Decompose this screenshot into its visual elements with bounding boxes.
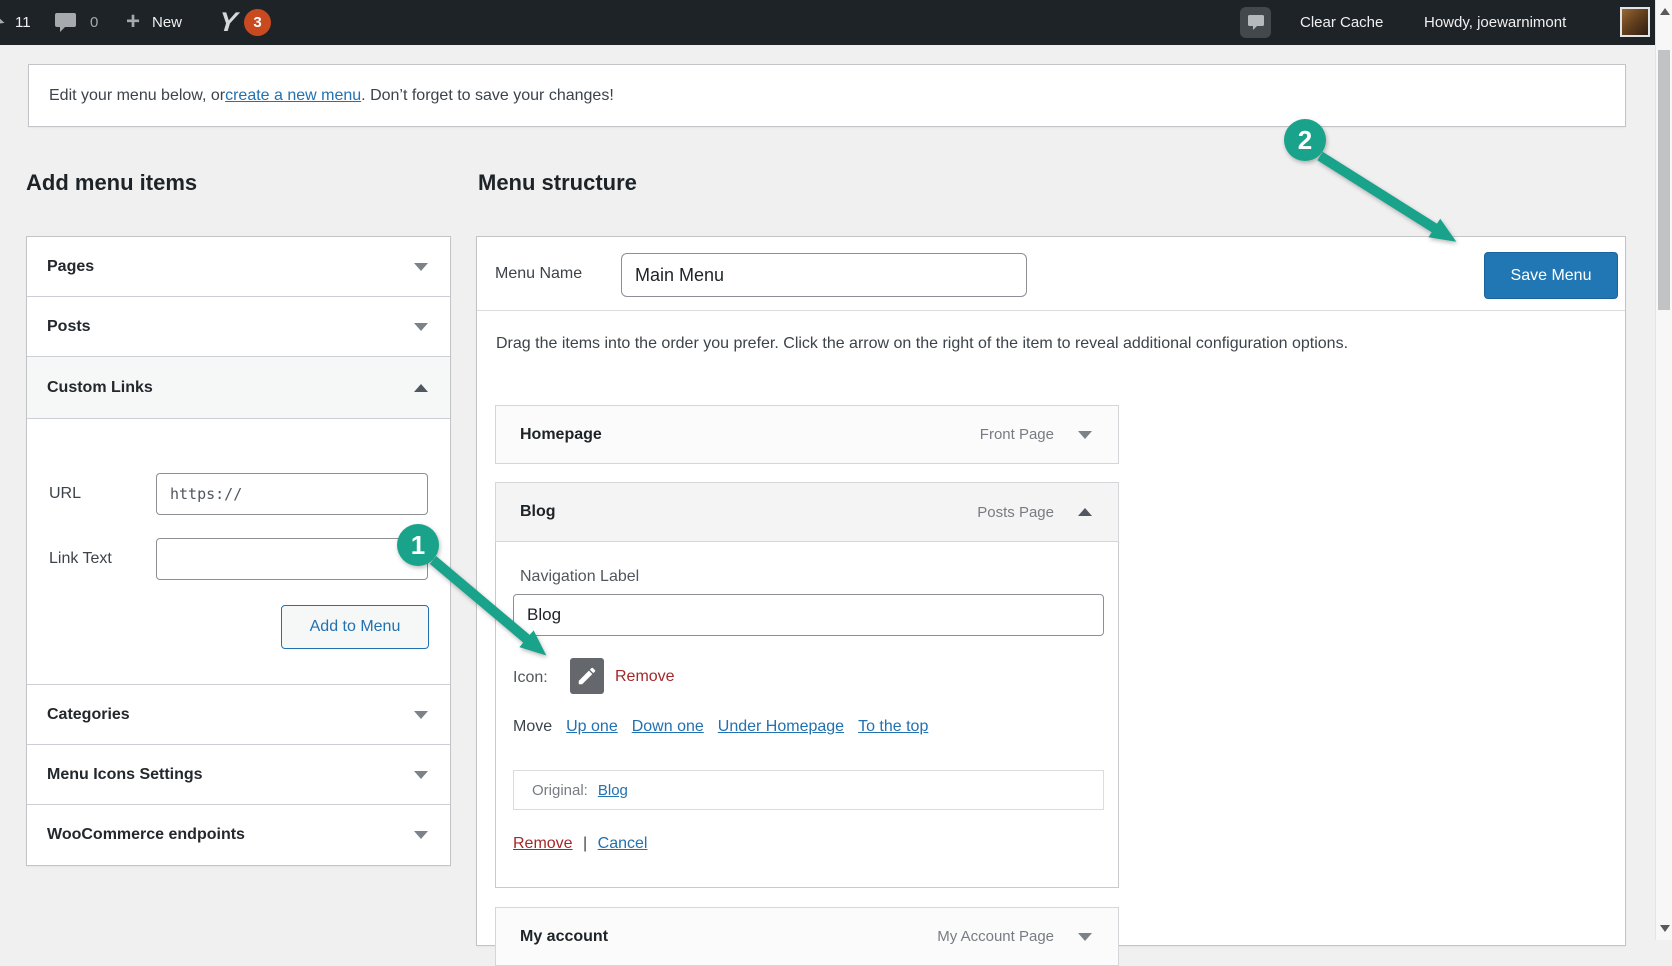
accordion-posts[interactable]: Posts [27,297,450,357]
accordion-pages[interactable]: Pages [27,237,450,297]
url-input[interactable] [156,473,428,515]
accordion-custom-links[interactable]: Custom Links [27,357,450,419]
menu-item-my-account[interactable]: My account My Account Page [495,907,1119,966]
menu-item-type: My Account Page [937,928,1054,945]
menu-item-blog[interactable]: Blog Posts Page [495,482,1119,542]
drag-instructions: Drag the items into the order you prefer… [496,335,1348,353]
updates-icon: ➤ [0,10,8,31]
chevron-up-icon [414,384,428,392]
chevron-down-icon [414,831,428,839]
blog-item-settings: Navigation Label Icon: Remove Move Up on… [495,542,1119,888]
icon-label: Icon: [513,669,548,687]
menu-item-label: My account [520,928,608,946]
yoast-notification-badge[interactable]: 3 [244,9,271,36]
scroll-down-icon[interactable] [1660,925,1670,932]
notice-text-before: Edit your menu below, or [49,87,225,105]
plus-icon: + [126,0,140,45]
accordion-label: Pages [47,258,94,276]
chevron-down-icon[interactable] [1078,933,1092,941]
accordion-label: Menu Icons Settings [47,766,203,784]
notice-text-after: . Don’t forget to save your changes! [361,87,614,105]
navigation-label-input[interactable] [513,594,1104,636]
link-separator: | [583,835,587,852]
add-menu-items-title: Add menu items [26,170,197,196]
menu-name-input[interactable] [621,253,1027,297]
accordion-label: Posts [47,318,91,336]
avatar[interactable] [1620,7,1650,37]
menu-structure-card: Menu Name Save Menu Drag the items into … [476,236,1626,946]
accordion-label: Custom Links [47,379,153,397]
annotation-step-2: 2 [1298,125,1312,155]
accordion-categories[interactable]: Categories [27,685,450,745]
menu-item-type: Front Page [980,426,1054,443]
updates-count[interactable]: 11 [15,0,31,45]
create-new-menu-link[interactable]: create a new menu [225,87,361,105]
add-menu-items-panel: Pages Posts Custom Links URL Link Text A… [26,236,451,866]
accordion-label: WooCommerce endpoints [47,826,245,844]
icon-remove-link[interactable]: Remove [615,668,675,686]
url-label: URL [49,485,81,503]
original-blog-link[interactable]: Blog [598,782,628,799]
chevron-up-icon[interactable] [1078,508,1092,516]
menu-name-header: Menu Name Save Menu [477,237,1625,311]
scroll-up-icon[interactable] [1660,8,1670,15]
pencil-icon [570,658,604,694]
clear-cache-button[interactable]: Clear Cache [1300,0,1383,45]
comments-icon[interactable] [55,13,76,37]
scrollbar-thumb[interactable] [1658,50,1670,310]
admin-bar: ➤ 11 0 + New Y 3 Clear Cache Howdy, joew… [0,0,1655,45]
menu-name-label: Menu Name [495,237,582,311]
chevron-down-icon[interactable] [1078,431,1092,439]
move-up-one-link[interactable]: Up one [566,718,618,736]
move-row: Move Up one Down one Under Homepage To t… [513,718,928,736]
remove-cancel-row: Remove | Cancel [513,835,647,853]
menu-item-label: Homepage [520,426,602,444]
chevron-down-icon [414,263,428,271]
new-menu-item[interactable]: New [152,0,182,45]
menu-item-type: Posts Page [977,504,1054,521]
link-text-label: Link Text [49,550,112,568]
remove-item-link[interactable]: Remove [513,835,573,852]
menu-item-homepage[interactable]: Homepage Front Page [495,405,1119,464]
chevron-down-icon [414,711,428,719]
original-item-box: Original: Blog [513,770,1104,810]
add-to-menu-button[interactable]: Add to Menu [281,605,429,649]
menu-items-list: Homepage Front Page Blog Posts Page Navi… [495,405,1119,966]
custom-links-form: URL Link Text Add to Menu [27,419,450,685]
edit-menu-notice: Edit your menu below, or create a new me… [28,64,1626,127]
comments-count[interactable]: 0 [90,0,98,45]
page-scrollbar[interactable] [1655,0,1672,940]
menu-structure-title: Menu structure [478,170,637,196]
menu-item-label: Blog [520,503,556,521]
chevron-down-icon [414,323,428,331]
accordion-woocommerce-endpoints[interactable]: WooCommerce endpoints [27,805,450,865]
original-label: Original: [532,782,588,799]
save-menu-button[interactable]: Save Menu [1484,252,1618,299]
move-under-homepage-link[interactable]: Under Homepage [718,718,844,736]
move-label: Move [513,718,552,736]
chevron-down-icon [414,771,428,779]
cancel-link[interactable]: Cancel [598,835,648,852]
accordion-menu-icons-settings[interactable]: Menu Icons Settings [27,745,450,805]
move-to-top-link[interactable]: To the top [858,718,928,736]
howdy-account-menu[interactable]: Howdy, joewarnimont [1424,0,1566,45]
navigation-label: Navigation Label [520,568,639,586]
feedback-bubble-icon[interactable] [1240,7,1271,38]
annotation-arrow-2: 2 [1284,119,1436,229]
accordion-label: Categories [47,706,130,724]
yoast-seo-icon[interactable]: Y [217,0,240,45]
move-down-one-link[interactable]: Down one [632,718,704,736]
link-text-input[interactable] [156,538,428,580]
